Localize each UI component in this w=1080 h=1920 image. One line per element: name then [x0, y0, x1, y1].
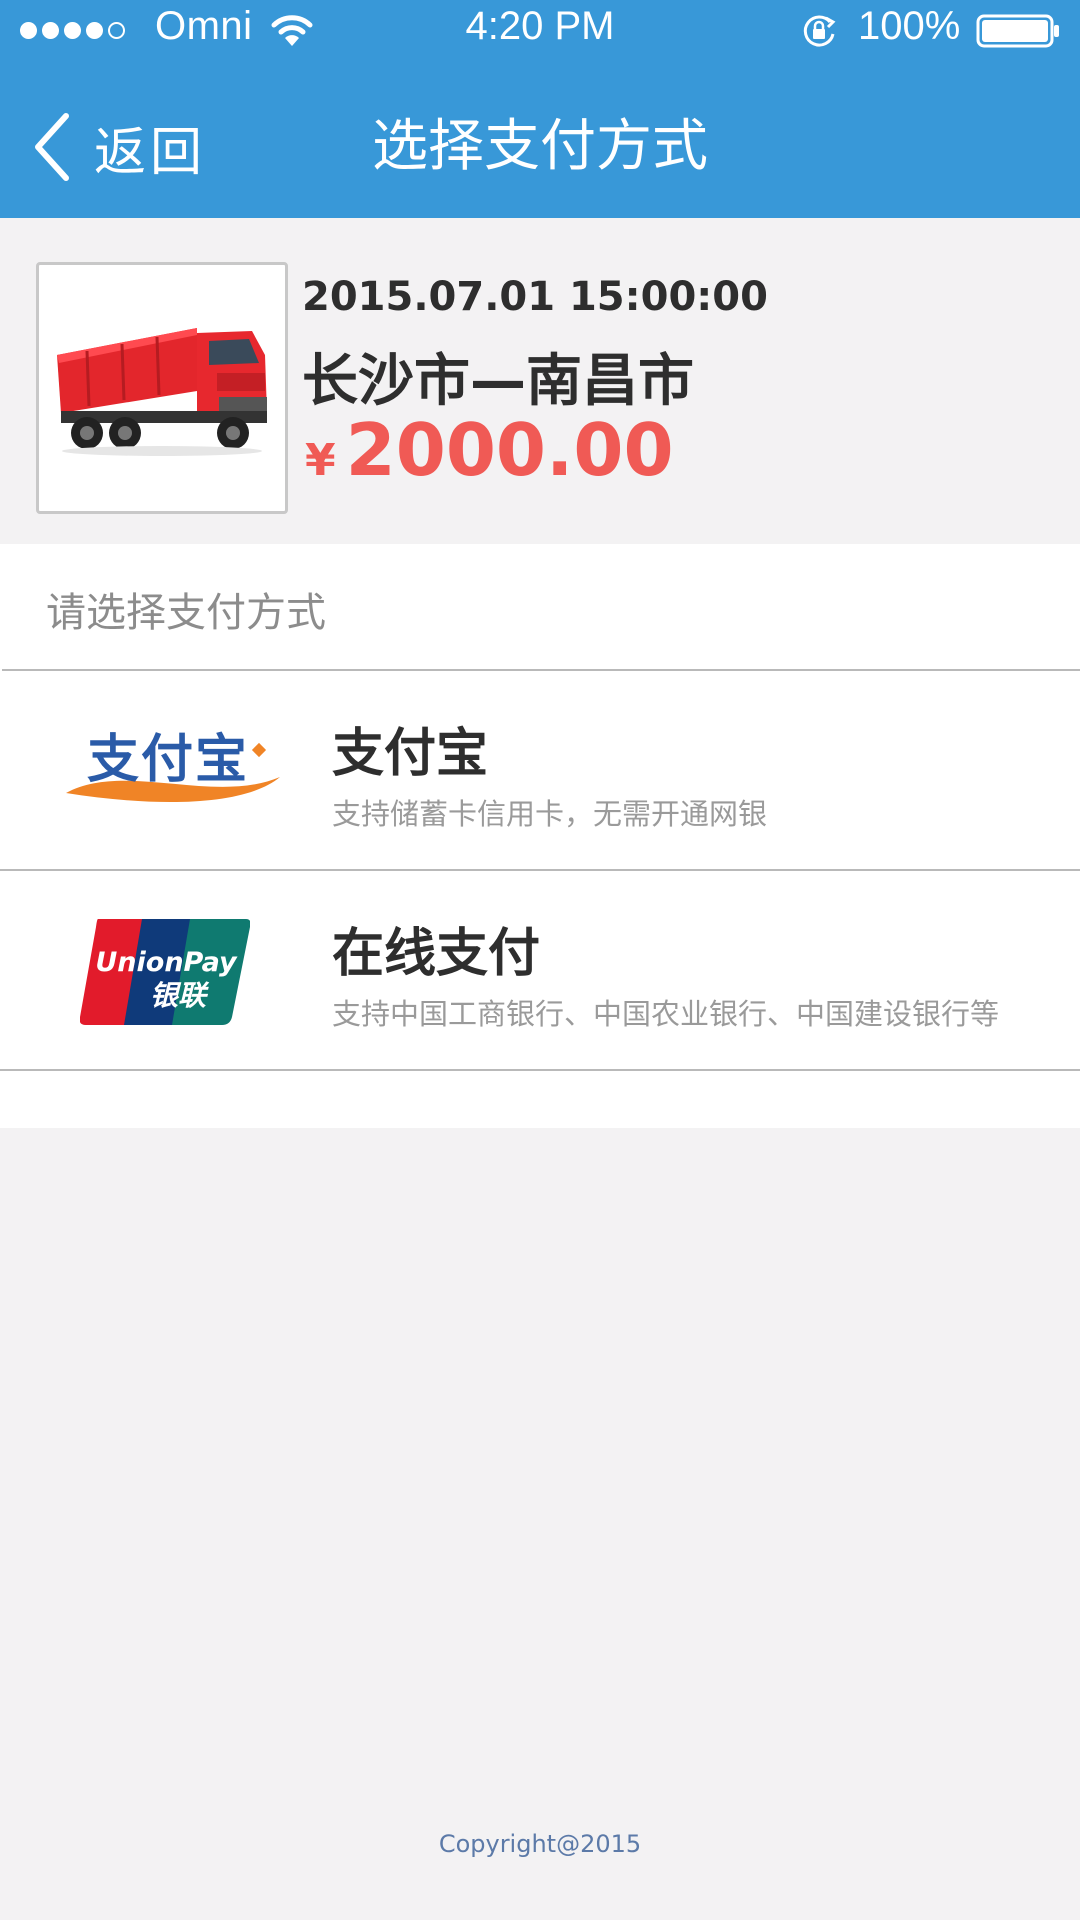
order-route: 长沙市—南昌市: [302, 349, 694, 414]
alipay-name: 支付宝: [332, 724, 489, 784]
payment-method-panel: 请选择支付方式 支付宝 支付宝 支持储蓄卡信用卡，无需开通网银 UnionPay: [0, 544, 1080, 1128]
rotation-lock-icon: [803, 15, 836, 47]
navigation-bar: 返回 选择支付方式: [0, 62, 1080, 218]
alipay-description: 支持储蓄卡信用卡，无需开通网银: [332, 797, 768, 831]
order-summary: 2015.07.01 15:00:00 长沙市—南昌市 ¥ 2000.00: [0, 218, 1080, 544]
truck-image: [36, 262, 288, 514]
price-amount: 2000.00: [345, 408, 674, 492]
unionpay-name: 在线支付: [332, 924, 541, 984]
divider: [0, 1069, 1080, 1071]
status-bar: Omni 4:20 PM 100%: [0, 0, 1080, 62]
battery-percentage: 100%: [858, 4, 961, 48]
battery-icon: [976, 14, 1059, 48]
header: Omni 4:20 PM 100% 返回 选择支付方式: [0, 0, 1080, 218]
unionpay-logo: UnionPay 银联: [80, 919, 250, 1025]
unionpay-logo-subtext: 银联: [150, 979, 210, 1012]
unionpay-logo-text: UnionPay: [95, 947, 238, 978]
truck-icon: [47, 273, 277, 503]
page-title: 选择支付方式: [372, 114, 708, 179]
unionpay-description: 支持中国工商银行、中国农业银行、中国建设银行等: [332, 997, 1000, 1031]
currency-symbol: ¥: [305, 435, 336, 486]
payment-prompt: 请选择支付方式: [46, 590, 326, 636]
payment-option-unionpay[interactable]: UnionPay 银联 在线支付 支持中国工商银行、中国农业银行、中国建设银行等: [0, 871, 1080, 1069]
order-datetime: 2015.07.01 15:00:00: [302, 274, 768, 320]
payment-option-alipay[interactable]: 支付宝 支付宝 支持储蓄卡信用卡，无需开通网银: [0, 671, 1080, 869]
alipay-logo: 支付宝: [66, 730, 280, 803]
order-price: ¥ 2000.00: [305, 408, 674, 492]
copyright-text: Copyright@2015: [438, 1830, 642, 1858]
alipay-logo-text: 支付宝: [87, 730, 249, 790]
